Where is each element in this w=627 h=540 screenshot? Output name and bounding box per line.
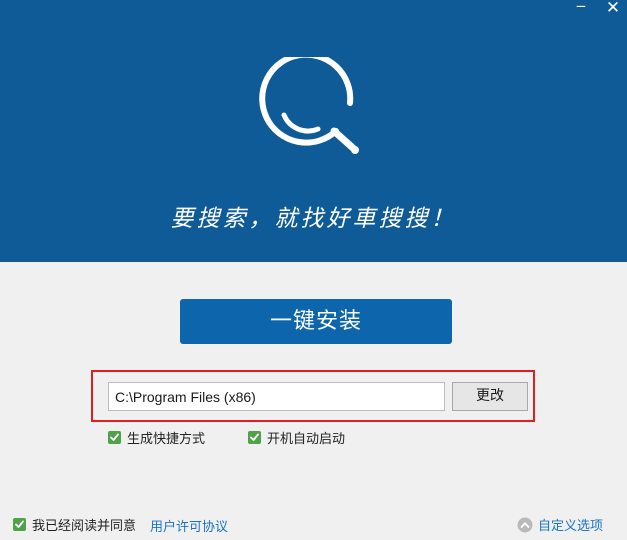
- close-button[interactable]: ✕: [602, 0, 624, 18]
- header-banner: ‒ ✕ 要搜索，就找好車搜搜！: [0, 0, 627, 262]
- installer-window: ‒ ✕ 要搜索，就找好車搜搜！ 一键安装 更改 生成快捷方式 开机自动启动: [0, 0, 627, 540]
- minimize-button[interactable]: ‒: [570, 0, 592, 16]
- magnifier-logo-icon: [259, 57, 359, 154]
- agree-label: 我已经阅读并同意: [32, 518, 137, 534]
- chevron-up-circle-icon: [517, 517, 533, 532]
- custom-options-label: 自定义选项: [538, 519, 604, 534]
- create-shortcut-checkbox[interactable]: 生成快捷方式: [108, 429, 206, 447]
- change-path-button[interactable]: 更改: [452, 382, 528, 411]
- one-click-install-button[interactable]: 一键安装: [180, 299, 452, 344]
- slogan-text: 要搜索，就找好車搜搜！: [170, 206, 457, 232]
- custom-options-toggle[interactable]: 自定义选项: [517, 515, 603, 534]
- checkbox-checked-icon: [108, 430, 121, 444]
- agree-checkbox[interactable]: 我已经阅读并同意: [13, 516, 137, 534]
- license-agreement-link[interactable]: 用户许可协议: [150, 516, 228, 535]
- checkbox-checked-icon: [13, 517, 26, 531]
- auto-start-checkbox[interactable]: 开机自动启动: [248, 429, 346, 447]
- auto-start-label: 开机自动启动: [267, 431, 346, 447]
- checkbox-checked-icon: [248, 430, 261, 444]
- create-shortcut-label: 生成快捷方式: [127, 431, 206, 447]
- install-path-input[interactable]: [108, 382, 445, 411]
